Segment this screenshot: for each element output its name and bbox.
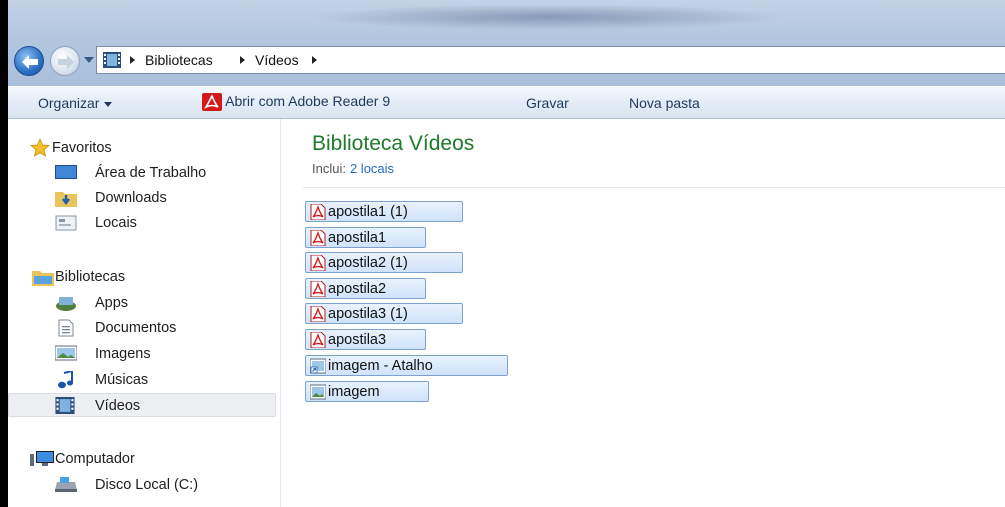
libraries-icon: [32, 271, 54, 286]
organize-button[interactable]: Organizar: [38, 95, 113, 111]
breadcrumb-separator-icon[interactable]: [240, 56, 245, 64]
image-icon: [310, 384, 326, 400]
open-with-label: Abrir com Adobe Reader 9: [225, 93, 391, 109]
file-item[interactable]: apostila2: [305, 278, 426, 299]
file-name: apostila1 (1): [328, 204, 408, 220]
title-glow: [308, 4, 788, 30]
nav-item-musicas[interactable]: Músicas: [8, 368, 276, 392]
nav-item-label: Downloads: [95, 190, 167, 206]
file-name: apostila3: [328, 332, 387, 348]
nav-item-imagens[interactable]: Imagens: [8, 342, 276, 366]
forward-button[interactable]: [50, 46, 80, 76]
navigation-pane: Favoritos Área de Trabalho Downloads Loc…: [8, 119, 281, 507]
downloads-folder-icon: [55, 192, 77, 207]
file-item[interactable]: apostila2 (1): [305, 252, 463, 273]
back-button[interactable]: [14, 46, 44, 76]
nav-item-local-disk[interactable]: Disco Local (C:): [8, 473, 276, 497]
content-pane: Biblioteca Vídeos Inclui: 2 locais aposti…: [281, 119, 1005, 507]
nav-item-videos[interactable]: Vídeos: [8, 393, 276, 417]
command-bar: Organizar Abrir com Adobe Reader 9 Grava…: [8, 86, 1005, 119]
chevron-down-icon: [104, 101, 113, 107]
file-item[interactable]: apostila3 (1): [305, 303, 463, 324]
nav-item-documentos[interactable]: Documentos: [8, 316, 276, 340]
content-divider: [303, 187, 1005, 188]
computer-icon: [30, 451, 54, 466]
pdf-icon: [310, 281, 326, 297]
pdf-icon: [310, 230, 326, 246]
file-item[interactable]: imagem: [305, 381, 429, 402]
file-item[interactable]: imagem - Atalho: [305, 355, 508, 376]
nav-item-label: Locais: [95, 215, 137, 231]
breadcrumb-separator-icon[interactable]: [130, 56, 135, 64]
includes-locations-link[interactable]: 2 locais: [350, 161, 394, 176]
image-shortcut-icon: [310, 358, 326, 374]
music-icon: [58, 371, 73, 389]
includes-label: Inclui:: [312, 161, 346, 176]
explorer-window: Bibliotecas Vídeos Organizar Abrir com A…: [8, 0, 1005, 507]
title-bar: Bibliotecas Vídeos: [8, 0, 1005, 86]
file-name: imagem: [328, 384, 380, 400]
nav-item-label: Disco Local (C:): [95, 477, 199, 493]
pdf-icon: [310, 332, 326, 348]
adobe-reader-icon: [202, 93, 222, 112]
address-bar[interactable]: Bibliotecas Vídeos: [96, 46, 1005, 74]
file-name: apostila2 (1): [328, 255, 408, 271]
nav-item-desktop[interactable]: Área de Trabalho: [8, 161, 276, 185]
documents-icon: [58, 319, 74, 337]
nav-libraries-label: Bibliotecas: [55, 269, 126, 285]
nav-computer[interactable]: Computador: [8, 447, 276, 471]
apps-library-icon: [56, 297, 76, 311]
file-item[interactable]: apostila1: [305, 227, 426, 248]
pdf-icon: [310, 255, 326, 271]
nav-item-label: Músicas: [95, 372, 149, 388]
nav-item-apps[interactable]: Apps: [8, 291, 276, 315]
file-item[interactable]: apostila1 (1): [305, 201, 463, 222]
nav-item-downloads[interactable]: Downloads: [8, 186, 276, 210]
library-includes: Inclui: 2 locais: [312, 161, 394, 176]
pdf-icon: [310, 204, 326, 220]
star-icon: [30, 139, 50, 157]
nav-libraries[interactable]: Bibliotecas: [8, 265, 276, 289]
file-name: apostila3 (1): [328, 306, 408, 322]
nav-item-label: Apps: [95, 295, 129, 311]
nav-favorites-label: Favoritos: [52, 140, 112, 156]
video-icon: [55, 397, 75, 414]
nav-favorites[interactable]: Favoritos: [8, 136, 276, 160]
hard-disk-icon: [55, 477, 77, 492]
breadcrumb-videos[interactable]: Vídeos: [255, 52, 299, 68]
nav-item-label: Área de Trabalho: [95, 165, 207, 181]
nav-item-locais[interactable]: Locais: [8, 211, 276, 235]
nav-item-label: Documentos: [95, 320, 177, 336]
nav-item-label: Imagens: [95, 346, 151, 362]
pdf-icon: [310, 306, 326, 322]
desktop-icon: [55, 165, 77, 179]
back-arrow-icon: [22, 55, 38, 69]
burn-button[interactable]: Gravar: [526, 95, 569, 111]
file-name: imagem - Atalho: [328, 358, 433, 374]
file-name: apostila1: [328, 230, 387, 246]
breadcrumb-bibliotecas[interactable]: Bibliotecas: [145, 52, 213, 68]
open-with-button[interactable]: Abrir com Adobe Reader 9: [202, 93, 391, 112]
nav-item-label: Vídeos: [95, 398, 141, 414]
library-title: Biblioteca Vídeos: [312, 132, 475, 155]
file-name: apostila2: [328, 281, 387, 297]
organize-label: Organizar: [38, 95, 100, 111]
file-item[interactable]: apostila3: [305, 329, 426, 350]
recent-pages-dropdown[interactable]: [84, 57, 94, 63]
nav-computer-label: Computador: [55, 451, 135, 467]
video-library-icon: [103, 52, 121, 68]
forward-arrow-icon: [58, 55, 74, 69]
recent-places-icon: [55, 215, 77, 231]
new-folder-button[interactable]: Nova pasta: [629, 95, 700, 111]
pictures-icon: [55, 345, 77, 361]
breadcrumb-separator-icon[interactable]: [312, 56, 317, 64]
